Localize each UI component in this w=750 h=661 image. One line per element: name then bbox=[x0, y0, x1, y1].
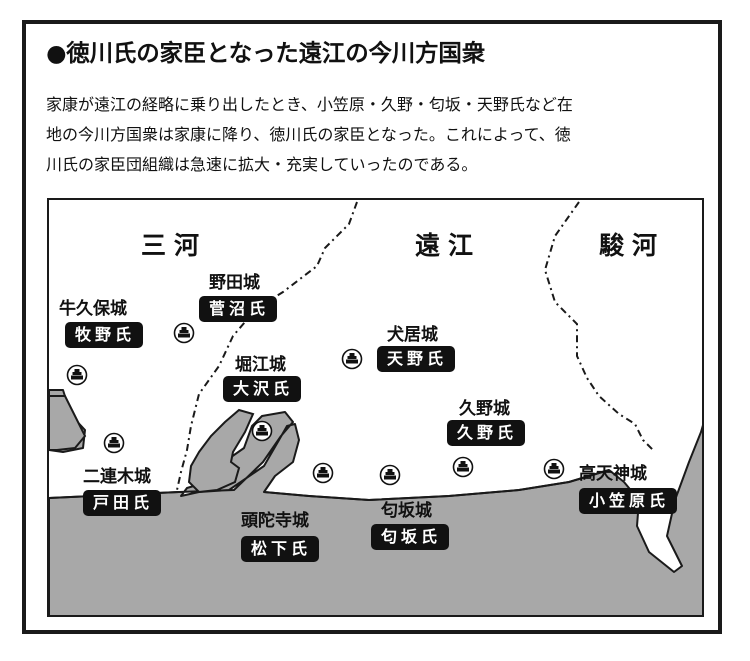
map-base bbox=[49, 201, 702, 615]
clan-label-amano: 天野氏 bbox=[377, 346, 456, 372]
castle-label-noda: 野田城 bbox=[209, 273, 260, 293]
clan-label-ogasawara: 小笠原氏 bbox=[579, 488, 678, 514]
description-line-3: 川氏の家臣団組織は急速に拡大・充実していったのである。 bbox=[46, 155, 478, 174]
castle-marker-icon bbox=[312, 462, 334, 484]
castle-marker-icon bbox=[251, 420, 273, 442]
clan-label-osawa: 大沢氏 bbox=[223, 376, 302, 402]
castle-label-nirengi: 二連木城 bbox=[83, 467, 151, 487]
castle-marker-icon bbox=[379, 464, 401, 486]
castle-label-kuno: 久野城 bbox=[459, 399, 510, 419]
castle-label-inui: 犬居城 bbox=[387, 325, 438, 345]
description-line-1: 家康が遠江の経略に乗り出したとき、小笠原・久野・匂坂・天野氏など在 bbox=[46, 95, 573, 114]
castle-marker-icon bbox=[103, 432, 125, 454]
clan-label-sakisaka: 匂坂氏 bbox=[371, 524, 450, 550]
clan-label-toda: 戸田氏 bbox=[83, 490, 162, 516]
lagoon-left bbox=[49, 395, 87, 451]
clan-label-kuno: 久野氏 bbox=[447, 420, 526, 446]
castle-label-takatenjin: 高天神城 bbox=[579, 464, 647, 484]
castle-marker-icon bbox=[452, 456, 474, 478]
castle-marker-icon bbox=[543, 458, 565, 480]
clan-label-matsushita: 松下氏 bbox=[241, 536, 320, 562]
description: 家康が遠江の経略に乗り出したとき、小笠原・久野・匂坂・天野氏など在 地の今川方国… bbox=[46, 90, 706, 180]
region-suruga: 駿河 bbox=[599, 231, 666, 260]
region-mikawa: 三河 bbox=[141, 231, 208, 260]
clan-label-makino: 牧野氏 bbox=[65, 322, 144, 348]
figure-title: ●徳川氏の家臣となった遠江の今川方国衆 bbox=[46, 39, 485, 67]
castle-marker-icon bbox=[66, 364, 88, 386]
region-totomi: 遠江 bbox=[415, 231, 482, 260]
castle-label-sakisaka: 匂坂城 bbox=[381, 501, 432, 521]
map: 三河 遠江 駿河 牛久保城 牧野氏 野田城 菅沼氏 堀江城 大沢氏 犬居城 天野… bbox=[47, 198, 704, 617]
description-line-2: 地の今川方国衆は家康に降り、徳川氏の家臣となった。これによって、徳 bbox=[46, 125, 571, 144]
castle-label-zudaji: 頭陀寺城 bbox=[241, 511, 309, 531]
castle-label-horie: 堀江城 bbox=[235, 355, 286, 375]
castle-label-ushikubo: 牛久保城 bbox=[59, 299, 127, 319]
castle-marker-icon bbox=[341, 348, 363, 370]
clan-label-suganuma: 菅沼氏 bbox=[199, 296, 278, 322]
castle-marker-icon bbox=[173, 322, 195, 344]
